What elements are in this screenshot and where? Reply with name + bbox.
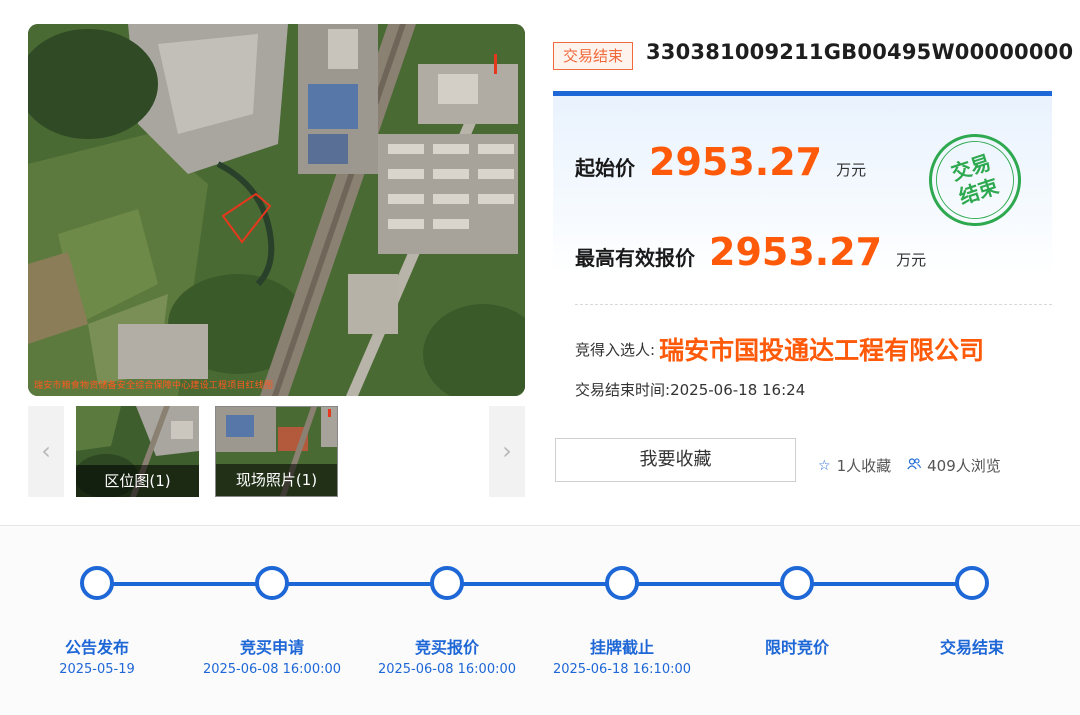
timeline-node-icon [955,566,989,600]
highest-bid-unit: 万元 [896,251,927,269]
favorite-suffix: 人收藏 [846,457,892,475]
start-price-unit: 万元 [836,161,867,179]
chevron-right-icon: › [502,437,512,465]
timeline-step-date: 2025-06-18 16:10:00 [552,662,692,677]
timeline-step-label: 公告发布 [64,638,129,657]
price-box: 起始价 2953.27 万元 最高有效报价 2953.27 万元 交易结束 [553,91,1052,274]
timeline-line [97,582,973,586]
timeline-step-label: 限时竞价 [764,638,829,657]
satellite-map-image [28,24,525,396]
chevron-left-icon: ‹ [41,437,51,465]
thumbnail-location-map[interactable]: 区位图(1) [76,406,199,497]
winner-label: 竞得入选人: [575,340,656,359]
timeline-step-label: 竞买申请 [239,638,304,657]
timeline-step-label: 竞买报价 [414,638,479,657]
transaction-timeline: 公告发布 2025-05-19 竞买申请 2025-06-08 16:00:00… [0,527,1080,715]
add-favorite-button[interactable]: 我要收藏 [555,438,796,482]
listing-stats: ☆ 1 人收藏 409 人浏览 [818,455,1001,476]
highest-bid-value: 2953.27 [709,230,883,274]
timeline-step-date: 2025-06-08 16:00:00 [202,662,342,677]
highest-bid-label: 最高有效报价 [575,246,695,270]
timeline-step-date: 2025-05-19 [59,662,135,677]
start-price-label: 起始价 [575,156,635,180]
stamp-text: 交易结束 [948,150,1002,210]
status-badge: 交易结束 [553,42,634,70]
listing-code: 330381009211GB00495W00000000 [646,40,1074,64]
star-icon: ☆ [818,457,831,474]
timeline-step-label: 挂牌截止 [589,638,654,657]
favorite-count: 1 [836,456,847,475]
start-price-row: 起始价 2953.27 万元 [575,140,866,184]
timeline-node-icon [780,566,814,600]
timeline-node-icon [255,566,289,600]
gallery-prev-button[interactable]: ‹ [28,406,64,497]
thumbnail-site-photo[interactable]: 现场照片(1) [215,406,338,497]
timeline-step-date: 2025-06-08 16:00:00 [377,662,517,677]
gallery-next-button[interactable]: › [489,406,525,497]
listing-detail-panel: 瑞安市粮食物资储备安全综合保障中心建设工程项目红线图 ‹ 区位图(1) 现场照片… [0,0,1080,526]
timeline-node-icon [430,566,464,600]
end-time-value: 2025-06-18 16:24 [670,381,806,399]
timeline-node-icon [80,566,114,600]
users-icon [907,457,922,474]
map-caption: 瑞安市粮食物资储备安全综合保障中心建设工程项目红线图 [34,381,274,391]
transaction-ended-stamp: 交易结束 [917,122,1033,238]
thumbnail-label: 区位图(1) [76,465,199,497]
winner-name: 瑞安市国投通达工程有限公司 [659,336,985,365]
view-suffix: 人浏览 [955,457,1001,475]
end-time-label: 交易结束时间: [575,381,671,399]
highest-bid-row: 最高有效报价 2953.27 万元 [575,230,926,274]
thumbnail-label: 现场照片(1) [216,464,337,496]
timeline-step-label: 交易结束 [939,638,1004,657]
winner-row: 竞得入选人: 瑞安市国投通达工程有限公司 [575,331,984,367]
end-time-row: 交易结束时间:2025-06-18 16:24 [575,379,805,400]
divider [575,304,1052,305]
main-site-image[interactable]: 瑞安市粮食物资储备安全综合保障中心建设工程项目红线图 [28,24,525,396]
timeline-node-icon [605,566,639,600]
start-price-value: 2953.27 [649,140,823,184]
view-count: 409 [927,456,956,475]
